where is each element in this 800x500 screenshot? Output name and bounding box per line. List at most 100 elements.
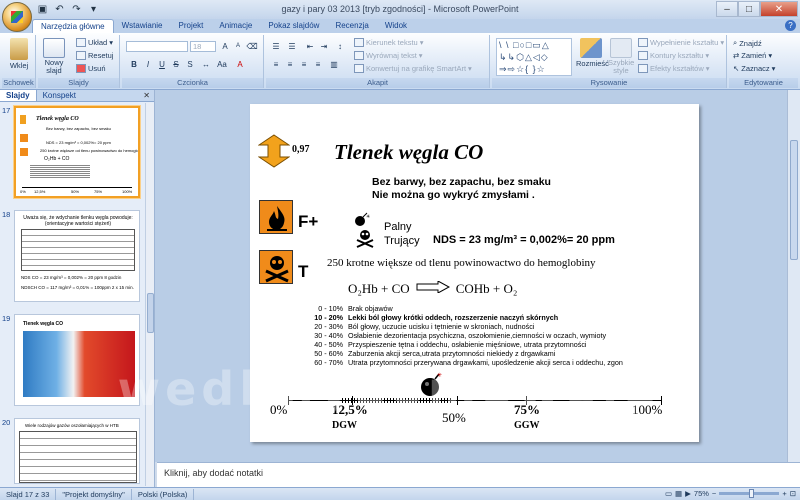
justify-icon[interactable]: ≡ <box>312 59 324 70</box>
thumb-nds: NDS = 23 mg/m³ = 0,002%= 20 ppm <box>46 140 111 145</box>
text-direction-button[interactable]: Kierunek tekstu ▾ <box>354 38 423 47</box>
slide-title[interactable]: Tlenek węgla CO <box>334 140 483 165</box>
normal-view-icon[interactable]: ▭ <box>665 489 672 498</box>
tab-slideshow[interactable]: Pokaz slajdów <box>260 19 327 33</box>
symptom-row: 30 - 40% Osłabienie dezorientacja psychic… <box>305 331 606 340</box>
decrease-indent-icon[interactable]: ⇤ <box>304 41 316 52</box>
slide-canvas[interactable]: 0,97 Tlenek węgla CO Bez barwy, bez zapa… <box>250 104 699 442</box>
spacing-icon[interactable]: ↔ <box>200 59 212 70</box>
font-size-box[interactable]: 18 <box>190 41 216 52</box>
group-paragraph: ☰ ☰ ⇤ ⇥ ↕ ≡ ≡ ≡ ≡ ▥ Kierunek tekstu ▾ Wyr… <box>266 35 490 88</box>
office-button[interactable] <box>2 2 32 32</box>
tab-outline[interactable]: Konspekt <box>37 90 82 101</box>
shadow-icon[interactable]: S <box>184 59 196 70</box>
slide-thumbnail-19[interactable]: Tlenek węgla CO <box>14 314 140 406</box>
sorter-view-icon[interactable]: ▦ <box>675 489 682 498</box>
zoom-slider-knob[interactable] <box>749 489 755 498</box>
zoom-slider[interactable] <box>719 489 780 498</box>
bomb-skull-icon: ✳ <box>355 212 374 248</box>
zoom-in-icon[interactable]: + <box>782 489 786 498</box>
columns-icon[interactable]: ▥ <box>328 59 340 70</box>
subtitle-line-2[interactable]: Nie można go wykryć zmysłami . <box>372 189 535 201</box>
fit-slide-icon[interactable]: ⊡ <box>790 489 796 498</box>
italic-icon[interactable]: I <box>142 59 154 70</box>
tab-slides[interactable]: Slajdy <box>0 90 37 101</box>
line-spacing-icon[interactable]: ↕ <box>334 41 346 52</box>
slide-scrollbar[interactable] <box>787 90 800 462</box>
thumb-table <box>21 229 135 271</box>
arrange-button[interactable]: Rozmieść <box>576 38 609 68</box>
slide-thumbnail-18[interactable]: Uważa się, że wdychanie tlenku węgla pow… <box>14 210 140 302</box>
svg-text:✳: ✳ <box>366 214 370 220</box>
underline-icon[interactable]: U <box>156 59 168 70</box>
close-button[interactable]: ✕ <box>760 1 798 17</box>
font-name-box[interactable] <box>126 41 188 52</box>
tab-insert[interactable]: Wstawianie <box>114 19 171 33</box>
bold-icon[interactable]: B <box>128 59 140 70</box>
clear-format-icon[interactable]: ⌫ <box>246 41 258 52</box>
maximize-button[interactable]: □ <box>738 1 760 17</box>
font-color-icon[interactable]: A <box>234 59 246 70</box>
paste-button[interactable]: Wklej <box>5 38 33 70</box>
group-label: Czcionka <box>122 78 263 88</box>
quick-styles-button[interactable]: Szybkie style <box>608 38 634 75</box>
notes-pane[interactable]: Kliknij, aby dodać notatki <box>157 462 800 487</box>
symptom-text: Zaburzenia akcji serca,utrata przytomnoś… <box>348 349 556 358</box>
thumb-line: NDS CO = 23 mg/m³ = 0,002% = 20 ppm 8 go… <box>21 275 122 280</box>
thumb-axis-label: 75% <box>94 189 103 194</box>
zoom-level[interactable]: 75% <box>694 489 709 498</box>
align-right-icon[interactable]: ≡ <box>298 59 310 70</box>
shape-fill-button[interactable]: Wypełnienie kształtu ▾ <box>638 38 724 47</box>
replace-button[interactable]: ⇄ Zamień ▾ <box>733 51 772 60</box>
smartart-button[interactable]: Konwertuj na grafikę SmartArt ▾ <box>354 64 472 73</box>
tab-design[interactable]: Projekt <box>171 19 212 33</box>
layout-button[interactable]: Układ ▾ <box>76 38 113 47</box>
slide-thumbnail-17[interactable]: Tlenek węgla CO Bez barwy, bez zapachu, … <box>14 106 140 198</box>
tab-view[interactable]: Widok <box>377 19 415 33</box>
thumb-title: Tlenek węgla CO <box>36 116 79 122</box>
shape-effects-button[interactable]: Efekty kształtów ▾ <box>638 64 710 73</box>
new-slide-button[interactable]: Nowy slajd <box>40 38 68 75</box>
equation-left: O₂Hb + CO <box>348 281 410 296</box>
select-button[interactable]: ↖ Zaznacz ▾ <box>733 64 775 73</box>
find-button[interactable]: ⌕ Znajdź <box>733 38 762 48</box>
zoom-out-icon[interactable]: − <box>712 489 716 498</box>
slide-scroll-thumb[interactable] <box>790 140 798 260</box>
office-logo-icon <box>11 11 23 23</box>
change-case-icon[interactable]: Aa <box>216 59 228 70</box>
status-bar: Slajd 17 z 33 "Projekt domyślny" Polski … <box>0 487 800 500</box>
tab-review[interactable]: Recenzja <box>327 19 376 33</box>
delete-button[interactable]: Usuń <box>76 64 106 73</box>
window-controls: – □ ✕ <box>716 1 798 17</box>
shapes-gallery[interactable]: \ \ □○□▭△ ↳↳⬡△◁◇ ⇒⇨☆{ }☆ <box>496 38 572 76</box>
strikethrough-icon[interactable]: S <box>170 59 182 70</box>
numbering-icon[interactable]: ☰ <box>286 41 298 52</box>
tab-animations[interactable]: Animacje <box>211 19 260 33</box>
tab-home[interactable]: Narzędzia główne <box>32 19 114 33</box>
shrink-font-icon[interactable]: A <box>232 41 244 52</box>
align-center-icon[interactable]: ≡ <box>284 59 296 70</box>
language-indicator[interactable]: Polski (Polska) <box>132 488 195 500</box>
pane-scrollbar[interactable] <box>145 103 154 486</box>
align-left-icon[interactable]: ≡ <box>270 59 282 70</box>
align-text-button[interactable]: Wyrównaj tekst ▾ <box>354 51 423 60</box>
slide-thumbnail-20[interactable]: Wiele rodzajów gazów oszołamiających w H… <box>14 418 140 484</box>
grow-font-icon[interactable]: A <box>219 41 231 52</box>
bullets-icon[interactable]: ☰ <box>270 41 282 52</box>
ribbon: Wklej Schowek Nowy slajd Układ ▾ Resetuj … <box>0 33 800 90</box>
increase-indent-icon[interactable]: ⇥ <box>318 41 330 52</box>
reset-button[interactable]: Resetuj <box>76 51 113 60</box>
help-icon[interactable]: ? <box>785 20 796 31</box>
subtitle-line-1[interactable]: Bez barwy, bez zapachu, bez smaku <box>372 176 551 188</box>
thumb-title: Wiele rodzajów gazów oszołamiających w H… <box>25 423 119 428</box>
notes-placeholder: Kliknij, aby dodać notatki <box>164 468 264 478</box>
minimize-button[interactable]: – <box>716 1 738 17</box>
thumb-arrow <box>20 115 26 124</box>
symptom-text: Brak objawów <box>348 304 393 313</box>
thumb-title: Tlenek węgla CO <box>23 321 64 327</box>
close-pane-icon[interactable]: ✕ <box>143 91 150 100</box>
slideshow-view-icon[interactable]: ▶ <box>685 489 691 498</box>
pane-scroll-thumb[interactable] <box>147 293 154 333</box>
align-text-label: Wyrównaj tekst <box>366 51 417 60</box>
shape-outline-button[interactable]: Kontury kształtu ▾ <box>638 51 709 60</box>
